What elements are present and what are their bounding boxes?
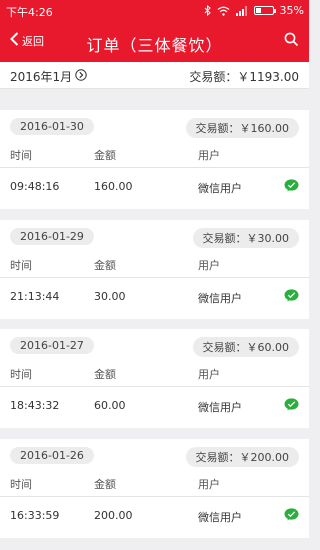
order-time: 18:43:32 [10,399,60,412]
table-row[interactable]: 09:48:16 160.00 微信用户 [0,168,309,209]
signal-icon [235,5,248,16]
order-user: 微信用户 [198,511,242,524]
order-amount: 200.00 [94,509,133,522]
order-amount: 60.00 [94,399,126,412]
order-amount: 30.00 [94,290,126,303]
column-user: 用户 [198,478,220,491]
battery-icon [253,6,276,15]
table-header: 时间 金额 用户 [0,472,309,497]
day-card: 2016-01-30 交易额：￥160.00 时间 金额 用户 09:48:16 160.0… [0,110,309,209]
order-time: 21:13:44 [10,290,60,303]
status-bar: 下午4:26 35% [0,0,309,22]
month-summary: 2016年1月 交易额：￥1193.00 [0,62,309,89]
day-total-badge: 交易额：￥60.00 [192,337,299,357]
column-time: 时间 [10,149,32,162]
table-header: 时间 金额 用户 [0,253,309,278]
table-row[interactable]: 18:43:32 60.00 微信用户 [0,387,309,428]
month-label: 2016年1月 [10,70,73,84]
column-amount: 金额 [94,368,116,381]
month-total: 交易额：￥1193.00 [189,70,299,84]
page-title: 订单（三体餐饮） [86,36,223,55]
table-header: 时间 金额 用户 [0,143,309,168]
column-user: 用户 [198,368,220,381]
wechat-icon [284,398,299,414]
day-total-badge: 交易额：￥30.00 [192,228,299,248]
battery-level [255,8,262,13]
date-badge: 2016-01-26 [10,447,94,464]
column-time: 时间 [10,478,32,491]
search-icon [284,32,299,51]
day-card: 2016-01-26 交易额：￥200.00 时间 金额 用户 16:33:59 200.0… [0,439,309,538]
chevron-right-circle-icon [75,69,87,84]
order-user: 微信用户 [198,401,242,414]
order-user: 微信用户 [198,182,242,195]
order-time: 09:48:16 [10,180,60,193]
wechat-icon [284,508,299,524]
wechat-icon [284,179,299,195]
day-total-badge: 交易额：￥160.00 [185,118,299,138]
order-user: 微信用户 [198,292,242,305]
battery-percent: 35% [279,4,304,17]
nav-bar: 返回 订单（三体餐饮） [0,22,309,62]
date-badge: 2016-01-27 [10,337,94,354]
column-time: 时间 [10,368,32,381]
search-button[interactable] [284,32,299,51]
wifi-icon [217,6,230,16]
column-user: 用户 [198,259,220,272]
day-card: 2016-01-29 交易额：￥30.00 时间 金额 用户 21:13:44 30.00 微… [0,220,309,319]
table-row[interactable]: 21:13:44 30.00 微信用户 [0,278,309,319]
order-time: 16:33:59 [10,509,60,522]
bluetooth-icon [204,5,211,16]
month-picker[interactable]: 2016年1月 [10,68,87,85]
table-row[interactable]: 16:33:59 200.00 微信用户 [0,497,309,538]
status-indicators: 35% [204,4,304,17]
date-badge: 2016-01-29 [10,228,94,245]
column-amount: 金额 [94,478,116,491]
table-header: 时间 金额 用户 [0,362,309,387]
column-user: 用户 [198,149,220,162]
day-card: 2016-01-27 交易额：￥60.00 时间 金额 用户 18:43:32 60.00 微… [0,329,309,428]
column-time: 时间 [10,259,32,272]
column-amount: 金额 [94,259,116,272]
status-time: 下午4:26 [6,6,53,19]
column-amount: 金额 [94,149,116,162]
date-badge: 2016-01-30 [10,118,94,135]
day-total-badge: 交易额：￥200.00 [185,447,299,467]
order-amount: 160.00 [94,180,133,193]
wechat-icon [284,289,299,305]
